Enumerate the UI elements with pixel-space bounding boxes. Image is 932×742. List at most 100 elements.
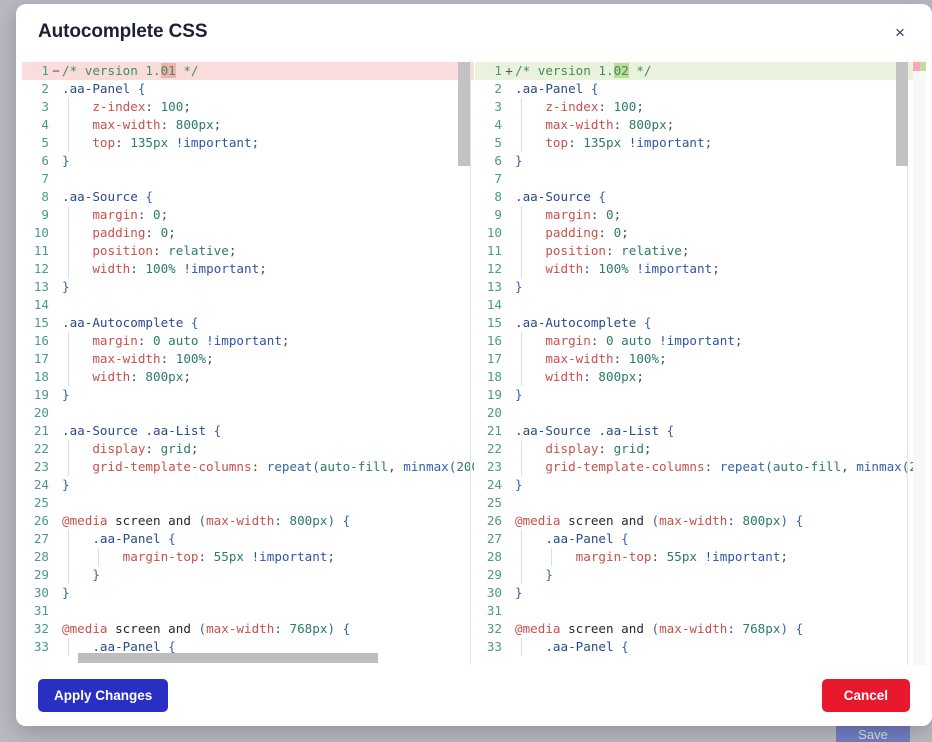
code-text: /* version 1.01 */ — [60, 62, 474, 80]
code-token: : — [598, 225, 613, 240]
line-number: 26 — [22, 512, 52, 530]
indent-guide — [68, 368, 69, 386]
code-line: 3 z-index: 100; — [22, 98, 474, 116]
line-number: 27 — [475, 530, 505, 548]
indent-guide — [521, 458, 522, 476]
line-number: 25 — [475, 494, 505, 512]
code-line: 1−/* version 1.01 */ — [22, 62, 474, 80]
code-token: max-width — [515, 117, 614, 132]
code-token: 0 — [606, 207, 614, 222]
code-text: } — [60, 386, 474, 404]
code-token: margin — [515, 333, 591, 348]
code-token: } — [62, 279, 70, 294]
code-token: } — [515, 387, 523, 402]
cancel-button[interactable]: Cancel — [822, 679, 910, 712]
diff-pane-right[interactable]: 1+/* version 1.02 */2.aa-Panel {3 z-inde… — [474, 60, 926, 665]
code-line: 8.aa-Source { — [22, 188, 474, 206]
code-line: 2.aa-Panel { — [22, 80, 474, 98]
code-token: 800px — [145, 369, 183, 384]
vertical-scrollbar-right[interactable] — [896, 60, 908, 665]
code-token: ; — [682, 243, 690, 258]
code-text: .aa-Source .aa-List { — [60, 422, 474, 440]
code-text: margin: 0; — [60, 206, 474, 224]
vertical-scrollbar-thumb-right[interactable] — [896, 62, 908, 166]
line-number: 16 — [475, 332, 505, 350]
code-token: 55px — [667, 549, 697, 564]
code-text: padding: 0; — [513, 224, 926, 242]
code-token: 0 — [153, 333, 161, 348]
vertical-scrollbar-left[interactable] — [458, 60, 470, 665]
code-text: .aa-Panel { — [60, 80, 474, 98]
code-text: } — [513, 566, 926, 584]
code-token: ( — [199, 513, 207, 528]
code-token: 768px — [743, 621, 781, 636]
line-number: 1 — [475, 62, 505, 80]
line-number: 29 — [475, 566, 505, 584]
code-token: position — [62, 243, 153, 258]
diff-word-highlight: 01 — [161, 63, 176, 78]
code-token: : — [274, 513, 289, 528]
code-line: 28 margin-top: 55px !important; — [22, 548, 474, 566]
code-token: : — [614, 351, 629, 366]
indent-guide — [98, 548, 99, 566]
diff-overview-strip[interactable] — [913, 60, 926, 665]
apply-changes-button[interactable]: Apply Changes — [38, 679, 168, 712]
code-token: { — [591, 81, 599, 96]
code-line: 9 margin: 0; — [22, 206, 474, 224]
code-token: !important — [705, 549, 781, 564]
code-token: { — [621, 639, 629, 654]
code-text: .aa-Autocomplete { — [60, 314, 474, 332]
code-token: { — [145, 189, 153, 204]
code-text: display: grid; — [513, 440, 926, 458]
code-text: width: 800px; — [60, 368, 474, 386]
line-number: 1 — [22, 62, 52, 80]
code-token: top — [515, 135, 568, 150]
line-number: 9 — [22, 206, 52, 224]
code-token: padding — [515, 225, 598, 240]
indent-guide — [521, 116, 522, 134]
code-line: 6} — [475, 152, 926, 170]
line-number: 7 — [475, 170, 505, 188]
horizontal-scrollbar-left[interactable] — [56, 653, 460, 663]
code-token: 800px — [290, 513, 328, 528]
indent-guide — [521, 206, 522, 224]
code-token: width — [62, 261, 130, 276]
code-line: 28 margin-top: 55px !important; — [475, 548, 926, 566]
line-number: 23 — [475, 458, 505, 476]
code-token: ; — [735, 333, 743, 348]
vertical-scrollbar-thumb-left[interactable] — [458, 62, 470, 166]
code-line: 8.aa-Source { — [475, 188, 926, 206]
code-line: 12 width: 100% !important; — [22, 260, 474, 278]
indent-guide — [521, 548, 522, 566]
code-token: !important — [183, 261, 259, 276]
close-icon[interactable]: × — [886, 18, 914, 46]
code-text: margin: 0 auto !important; — [60, 332, 474, 350]
indent-guide — [521, 440, 522, 458]
code-text: max-width: 800px; — [60, 116, 474, 134]
code-line: 5 top: 135px !important; — [475, 134, 926, 152]
code-token: !important — [206, 333, 282, 348]
code-token: minmax — [856, 459, 902, 474]
code-scroll-left[interactable]: 1−/* version 1.01 */2.aa-Panel {3 z-inde… — [22, 60, 474, 665]
line-number: 4 — [475, 116, 505, 134]
line-number: 12 — [22, 260, 52, 278]
code-token: 0 — [153, 207, 161, 222]
code-token: ) — [327, 513, 335, 528]
code-token: } — [515, 477, 523, 492]
horizontal-scrollbar-thumb-left[interactable] — [78, 653, 378, 663]
code-scroll-right[interactable]: 1+/* version 1.02 */2.aa-Panel {3 z-inde… — [475, 60, 926, 665]
code-token: : — [583, 369, 598, 384]
code-text: @media screen and (max-width: 768px) { — [60, 620, 474, 638]
code-text: .aa-Source .aa-List { — [513, 422, 926, 440]
line-number: 29 — [22, 566, 52, 584]
code-line: 1+/* version 1.02 */ — [475, 62, 926, 80]
code-token: { — [796, 513, 804, 528]
code-text: grid-template-columns: repeat(auto-fill,… — [60, 458, 474, 476]
indent-guide — [68, 350, 69, 368]
code-line: 3 z-index: 100; — [475, 98, 926, 116]
line-number: 30 — [475, 584, 505, 602]
indent-guide — [521, 368, 522, 386]
code-line: 17 max-width: 100%; — [475, 350, 926, 368]
diff-pane-left[interactable]: 1−/* version 1.01 */2.aa-Panel {3 z-inde… — [22, 60, 474, 665]
code-line: 14 — [22, 296, 474, 314]
